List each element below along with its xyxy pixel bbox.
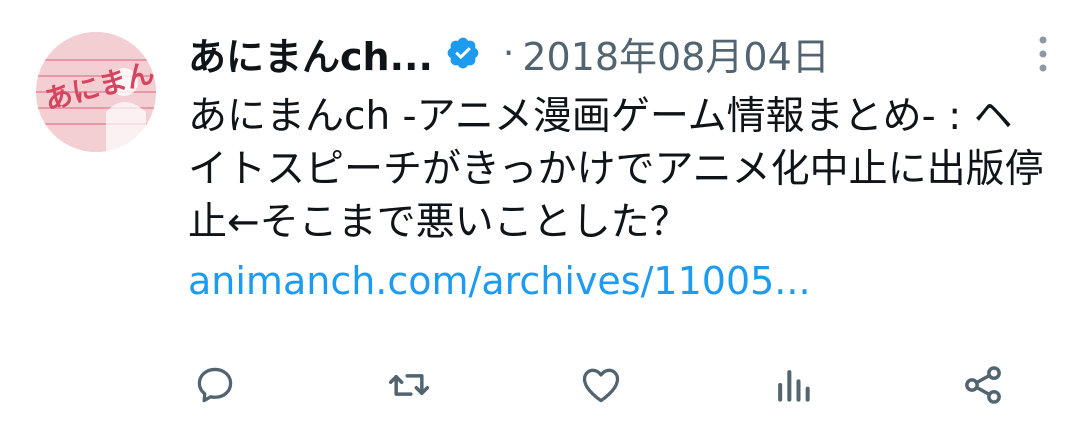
reply-icon [197,367,233,403]
views-icon [778,370,810,402]
tweet-text: あにまんch -アニメ漫画ゲーム情報まとめ- : ヘイトスピーチがきっかけでアニ… [188,94,1044,245]
tweet-body: あにまんch... · 2018年08月04日 あにまんch -アニメ漫画ゲーム… [188,24,1048,303]
like-icon [582,368,620,403]
retweet-button[interactable] [384,360,434,410]
separator: · [502,32,515,74]
avatar-image: あにまん [36,32,156,152]
verified-badge-icon [445,35,481,71]
views-button[interactable] [768,360,818,410]
more-options-icon[interactable] [1035,34,1051,74]
author-name[interactable]: あにまんch... [188,26,433,81]
reply-button[interactable] [190,360,240,410]
tweet-actions [0,360,1080,410]
tweet-link[interactable]: animanch.com/archives/11005... [188,259,1048,303]
tweet-header: あにまんch... · 2018年08月04日 [188,24,1048,82]
share-icon [965,366,1001,404]
avatar[interactable]: あにまん [36,32,156,152]
like-button[interactable] [576,360,626,410]
share-button[interactable] [958,360,1008,410]
tweet-date[interactable]: 2018年08月04日 [522,26,829,81]
retweet-icon [388,374,430,396]
